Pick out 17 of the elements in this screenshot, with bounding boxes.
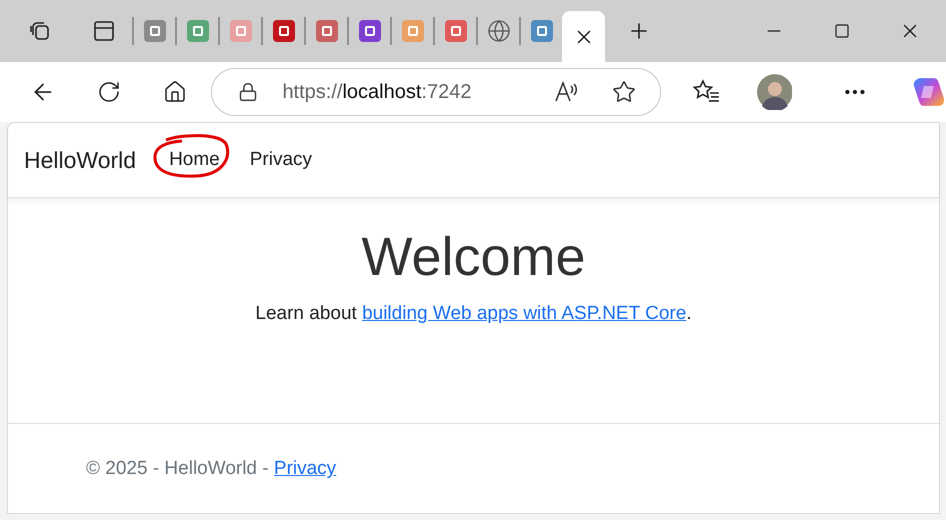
url-text: https://localhost:7242 (282, 80, 472, 105)
maximize-icon[interactable] (834, 23, 850, 39)
lock-icon (238, 82, 258, 102)
copilot-icon[interactable] (912, 75, 946, 109)
nav-link[interactable]: Privacy (240, 142, 322, 178)
read-aloud-icon[interactable] (554, 80, 580, 104)
footer-text: © 2025 - HelloWorld - Privacy (86, 457, 336, 482)
lead-paragraph: Learn about building Web apps with ASP.NET Core. (255, 302, 692, 326)
brand-link[interactable]: HelloWorld (24, 142, 136, 178)
avatar[interactable] (756, 74, 792, 110)
favorite-star-icon[interactable] (612, 80, 636, 104)
nav-link[interactable]: Home (160, 142, 229, 178)
address-bar[interactable]: https://localhost:7242 (211, 68, 661, 116)
footer-privacy-link[interactable]: Privacy (274, 458, 336, 480)
docs-link[interactable]: building Web apps with ASP.NET Core (362, 302, 686, 324)
active-tab[interactable] (562, 11, 605, 62)
page-heading: Welcome (361, 226, 586, 289)
